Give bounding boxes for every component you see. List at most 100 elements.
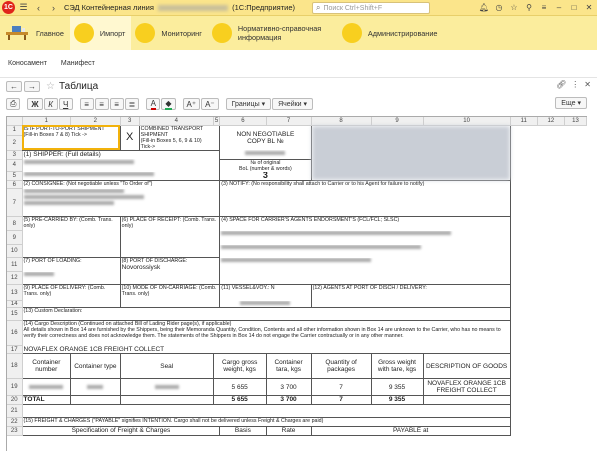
empty-cell[interactable] (537, 346, 564, 354)
italic-button[interactable]: К (43, 98, 58, 110)
nav-manifest[interactable]: Манифест (61, 60, 95, 67)
maximize-icon[interactable]: □ (568, 1, 580, 14)
td-quantity[interactable]: 7 (310, 378, 372, 396)
empty-cell[interactable] (510, 427, 537, 436)
row-header[interactable]: 8 (7, 216, 23, 231)
row-header[interactable]: 6 (7, 180, 23, 189)
cargo-description-cell[interactable]: (14) Cargo Description (Continued on att… (21, 320, 511, 346)
row-header[interactable]: 16 (7, 320, 23, 346)
empty-cell[interactable] (119, 395, 214, 405)
td-container-type[interactable] (70, 378, 121, 396)
empty-cell[interactable] (219, 271, 511, 285)
empty-cell[interactable] (537, 405, 564, 418)
row-header[interactable]: 2 (7, 135, 23, 151)
empty-cell[interactable] (510, 321, 537, 346)
spec-charges-header[interactable]: Specification of Freight & Charges (21, 426, 221, 436)
empty-cell[interactable] (21, 300, 121, 308)
row-header[interactable]: 4 (7, 159, 23, 172)
empty-cell[interactable] (119, 244, 220, 258)
empty-cell[interactable] (537, 245, 564, 258)
align-justify-button[interactable]: ≣ (124, 98, 140, 110)
empty-cell[interactable] (119, 300, 220, 308)
close-icon[interactable]: ✕ (583, 1, 595, 14)
th-container-type[interactable]: Container type (70, 353, 121, 379)
empty-cell[interactable] (510, 159, 537, 172)
vessel-label[interactable]: (11) VESSEL&VOY.: N (219, 284, 312, 301)
font-size-up-button[interactable]: A⁺ (182, 98, 201, 110)
print-button[interactable]: ⎙ (6, 98, 21, 110)
th-description[interactable]: DESCRIPTION OF GOODS (422, 353, 511, 379)
forward-button[interactable]: → (24, 80, 40, 92)
custom-declaration-label[interactable]: (13) Custom Declaration: (21, 307, 511, 321)
freight-line[interactable]: NOVAFLEX ORANGE 1CB FREIGHT COLLECT (21, 345, 511, 354)
empty-cell[interactable] (422, 395, 511, 405)
row-header[interactable]: 22 (7, 417, 23, 427)
total-gross-weight[interactable]: 9 355 (370, 395, 424, 405)
col-header[interactable]: 10 (423, 117, 511, 126)
td-container-number[interactable] (21, 378, 72, 396)
agents-label[interactable]: (12) AGENTS AT PORT OF DISCH / DELIVERY: (310, 284, 511, 301)
empty-cell[interactable] (537, 150, 564, 159)
form-close-icon[interactable]: ✕ (584, 80, 591, 89)
th-container-number[interactable]: Container number (21, 353, 72, 379)
empty-cell[interactable] (510, 231, 537, 245)
col-header[interactable]: 11 (510, 117, 538, 126)
empty-cell[interactable] (537, 321, 564, 346)
td-gross-weight[interactable]: 9 355 (370, 378, 424, 396)
empty-cell[interactable] (537, 379, 564, 396)
empty-cell[interactable] (510, 285, 537, 301)
empty-cell[interactable] (537, 189, 564, 217)
pre-carried-label[interactable]: (5) PRE-CARRIED BY: (Comb. Trans. only) (21, 216, 121, 231)
empty-cell[interactable] (537, 285, 564, 301)
borders-dropdown[interactable]: Границы ▾ (225, 98, 272, 110)
row-header[interactable]: 21 (7, 404, 23, 418)
empty-cell[interactable] (537, 427, 564, 436)
row-header[interactable]: 23 (7, 426, 23, 436)
empty-cell[interactable] (537, 217, 564, 231)
empty-cell[interactable] (510, 258, 537, 272)
col-header[interactable]: 13 (564, 117, 587, 126)
row-header[interactable]: 10 (7, 244, 23, 258)
empty-cell[interactable] (510, 272, 537, 285)
col-header[interactable]: 6 (219, 117, 267, 126)
place-receipt-label[interactable]: (6) PLACE OF RECEIPT: (Comb. Trans. only… (119, 216, 220, 231)
more-dots-icon[interactable]: ⋮ (571, 80, 579, 89)
favorite-star-icon[interactable]: ☆ (46, 81, 55, 92)
section-monitoring[interactable]: Мониторинг (131, 16, 207, 50)
vessel-value[interactable] (219, 300, 312, 308)
spreadsheet-document[interactable]: 1 2 3 4 5 6 7 8 9 10 11 12 13 1 IS IF PO… (6, 116, 587, 451)
total-cargo-weight[interactable]: 5 655 (212, 395, 267, 405)
bold-button[interactable]: Ж (27, 98, 43, 110)
empty-cell[interactable] (537, 172, 564, 181)
more-icon[interactable]: ≡ (538, 1, 550, 14)
bell-icon[interactable]: 🔔︎ (478, 1, 490, 14)
empty-cell[interactable] (510, 396, 537, 405)
total-tara[interactable]: 3 700 (265, 395, 312, 405)
back-button[interactable]: ← (6, 80, 22, 92)
col-header[interactable]: 7 (266, 117, 312, 126)
place-delivery-label[interactable]: (9) PLACE OF DELIVERY: (Comb. Trans. onl… (21, 284, 121, 301)
row-header[interactable]: 3 (7, 150, 23, 160)
global-search-input[interactable]: ⌕ Поиск Ctrl+Shift+F (312, 2, 430, 14)
empty-cell[interactable] (21, 244, 121, 258)
align-left-button[interactable]: ≡ (79, 98, 94, 110)
row-header[interactable]: 15 (7, 307, 23, 321)
col-header[interactable]: 4 (139, 117, 214, 126)
empty-cell[interactable] (510, 301, 537, 308)
row-header[interactable]: 5 (7, 171, 23, 181)
col-header[interactable]: 8 (311, 117, 372, 126)
tick-x-cell[interactable]: X (119, 124, 140, 150)
row-header[interactable]: 9 (7, 230, 23, 245)
menu-icon[interactable]: ☰ (17, 1, 30, 14)
empty-cell[interactable] (510, 217, 537, 231)
empty-cell[interactable] (537, 231, 564, 245)
empty-cell[interactable] (537, 125, 564, 135)
th-quantity[interactable]: Quantity of packages (310, 353, 372, 379)
font-size-down-button[interactable]: A⁻ (201, 98, 219, 110)
forward-icon[interactable]: › (47, 1, 60, 14)
empty-cell[interactable] (537, 272, 564, 285)
place-receipt-value[interactable] (119, 230, 220, 245)
corner-cell[interactable] (7, 117, 23, 126)
total-label[interactable]: TOTAL (21, 395, 72, 405)
port-loading-label[interactable]: (7) PORT OF LOADING: (21, 257, 121, 272)
